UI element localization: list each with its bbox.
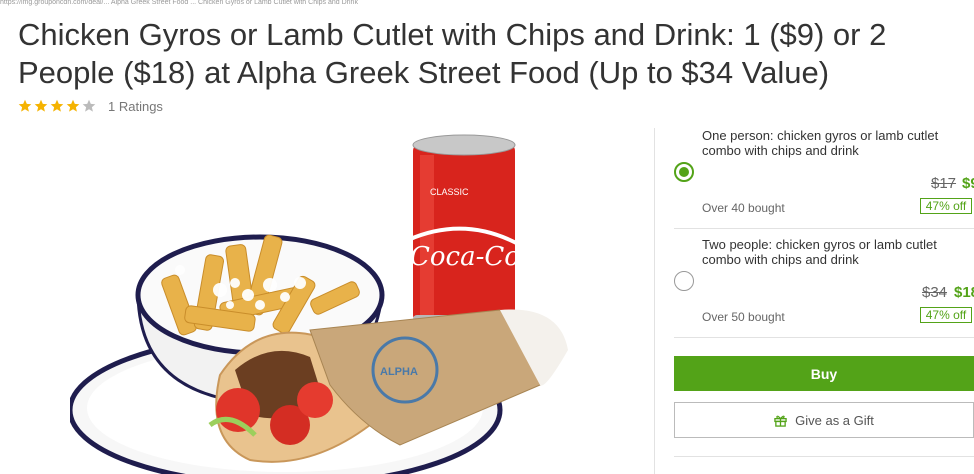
original-price: $34 bbox=[922, 284, 948, 301]
column-divider bbox=[654, 128, 655, 474]
bought-count: Over 50 bought bbox=[702, 310, 785, 324]
option-divider bbox=[674, 337, 974, 338]
gift-label: Give as a Gift bbox=[795, 412, 874, 428]
bought-count: Over 40 bought bbox=[702, 201, 785, 215]
can-brand: Coca-Cola bbox=[410, 242, 544, 272]
option-divider bbox=[674, 228, 974, 229]
deal-option-one-person[interactable]: One person: chicken gyros or lamb cutlet… bbox=[674, 128, 974, 218]
can-label: CLASSIC bbox=[430, 187, 469, 197]
gift-icon bbox=[774, 415, 787, 427]
rating-count[interactable]: 1 Ratings bbox=[108, 99, 163, 114]
star-icon bbox=[18, 99, 32, 112]
deal-photo[interactable]: CLASSIC Coca-Cola ALPHA bbox=[70, 125, 610, 474]
star-rating[interactable]: 1 Ratings bbox=[18, 97, 163, 115]
deal-option-two-people[interactable]: Two people: chicken gyros or lamb cutlet… bbox=[674, 237, 974, 327]
option-radio[interactable] bbox=[674, 271, 694, 291]
option-title: Two people: chicken gyros or lamb cutlet… bbox=[702, 237, 937, 267]
star-empty-icon bbox=[82, 99, 96, 112]
option-radio-selected[interactable] bbox=[674, 162, 694, 182]
deal-title: Chicken Gyros or Lamb Cutlet with Chips … bbox=[18, 17, 887, 90]
url-strip: https://img.grouponcdn.com/deal/... Alph… bbox=[0, 0, 358, 6]
discounted-price: $18 bbox=[954, 284, 974, 301]
food-image: CLASSIC Coca-Cola ALPHA bbox=[70, 134, 568, 474]
discounted-price: $9 bbox=[962, 175, 974, 192]
give-as-gift-button[interactable]: Give as a Gift bbox=[674, 402, 974, 438]
wrap-logo-text: ALPHA bbox=[380, 366, 418, 378]
star-icon bbox=[34, 99, 48, 112]
discount-badge: 47% off bbox=[920, 198, 972, 214]
option-title: One person: chicken gyros or lamb cutlet… bbox=[702, 128, 939, 158]
original-price: $17 bbox=[931, 175, 957, 192]
star-icon bbox=[50, 99, 64, 112]
section-divider bbox=[674, 456, 974, 457]
buy-button[interactable]: Buy bbox=[674, 356, 974, 391]
discount-badge: 47% off bbox=[920, 307, 972, 323]
star-icon bbox=[66, 99, 80, 112]
